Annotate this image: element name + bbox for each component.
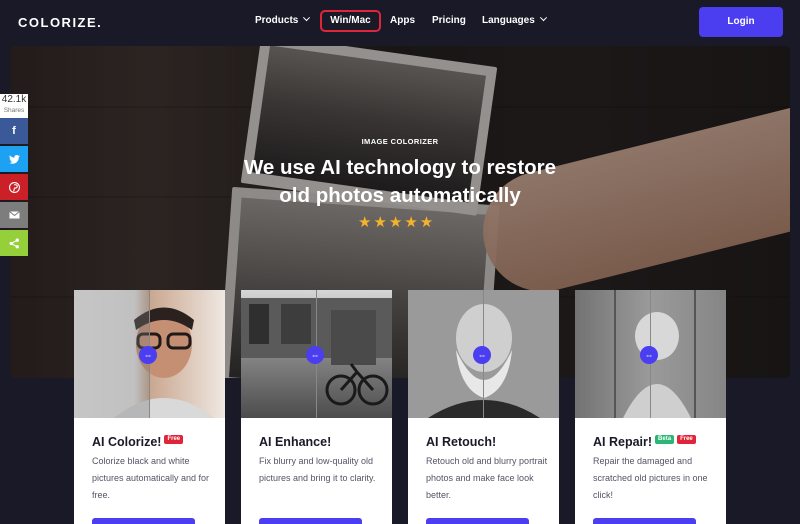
card-cta-button[interactable] [92, 518, 195, 524]
email-share-button[interactable] [0, 202, 28, 228]
rating-stars: ★★★★★ [358, 214, 436, 231]
twitter-share-button[interactable] [0, 146, 28, 172]
card-description: Colorize black and white pictures automa… [92, 456, 210, 500]
sharethis-share-button[interactable] [0, 230, 28, 256]
compare-slider-handle[interactable]: ⇔ [640, 346, 658, 364]
card-ai-colorize[interactable]: ⇔ AI Colorize! Free Colorize black and wh… [74, 290, 225, 524]
card-title-text: AI Retouch! [426, 435, 497, 449]
nav-pricing[interactable]: Pricing [432, 15, 466, 26]
card-cta-button[interactable] [259, 518, 362, 524]
compare-slider-handle[interactable]: ⇔ [473, 346, 491, 364]
card-description: Retouch old and blurry portrait photos a… [426, 456, 548, 500]
headline-line-1: We use AI technology to restore [243, 156, 557, 179]
beta-badge: Beta [655, 435, 675, 444]
card-ai-repair[interactable]: ⇔ AI Repair! Beta Free Repair the damaged … [575, 290, 726, 524]
card-title: AI Repair! Beta Free [593, 435, 696, 449]
compare-slider-handle[interactable]: ⇔ [139, 346, 157, 364]
card-title: AI Retouch! [426, 435, 496, 449]
chevron-down-icon [539, 14, 547, 22]
card-title-text: AI Enhance! [259, 435, 332, 449]
facebook-icon: f [12, 125, 16, 137]
email-icon [8, 211, 20, 219]
card-cta-button[interactable] [593, 518, 696, 524]
card-description: Repair the damaged and scratched old pic… [593, 456, 708, 500]
nav-products[interactable]: Products [255, 14, 311, 26]
card-ai-retouch[interactable]: ⇔ AI Retouch! Retouch old and blurry por… [408, 290, 559, 524]
login-button[interactable]: Login [699, 7, 783, 37]
card-title-text: AI Colorize! [92, 435, 162, 449]
twitter-icon [8, 154, 20, 164]
nav-products-label: Products [255, 15, 299, 26]
hero-eyebrow: IMAGE COLORIZER [361, 137, 439, 146]
nav-languages-label: Languages [482, 15, 535, 26]
hero-headline: We use AI technology to restore old phot… [0, 154, 800, 210]
nav-apps[interactable]: Apps [390, 15, 415, 26]
top-nav: COLORIZE. Products Win/Mac Apps Pricing … [0, 0, 800, 44]
logo[interactable]: COLORIZE. [18, 15, 102, 30]
free-badge: Free [164, 435, 184, 444]
share-count-number: 42.1k [1, 94, 27, 105]
share-icon [9, 238, 19, 248]
free-badge: Free [677, 435, 696, 444]
share-count-label: Shares [3, 107, 25, 114]
card-title: AI Colorize! Free [92, 435, 184, 449]
nav-languages[interactable]: Languages [482, 14, 547, 26]
card-title: AI Enhance! [259, 435, 331, 449]
headline-line-2: old photos automatically [279, 184, 521, 207]
pinterest-icon [8, 181, 20, 193]
pinterest-share-button[interactable] [0, 174, 28, 200]
card-ai-enhance[interactable]: ⇔ AI Enhance! Fix blurry and low-quality… [241, 290, 392, 524]
card-title-text: AI Repair! [593, 435, 653, 449]
facebook-share-button[interactable]: f [0, 118, 28, 144]
share-count: 42.1k Shares [0, 94, 28, 118]
card-description: Fix blurry and low-quality old pictures … [259, 456, 376, 483]
chevron-down-icon [303, 14, 311, 22]
nav-win-mac[interactable]: Win/Mac [320, 10, 381, 32]
compare-slider-handle[interactable]: ⇔ [306, 346, 324, 364]
card-cta-button[interactable] [426, 518, 529, 524]
